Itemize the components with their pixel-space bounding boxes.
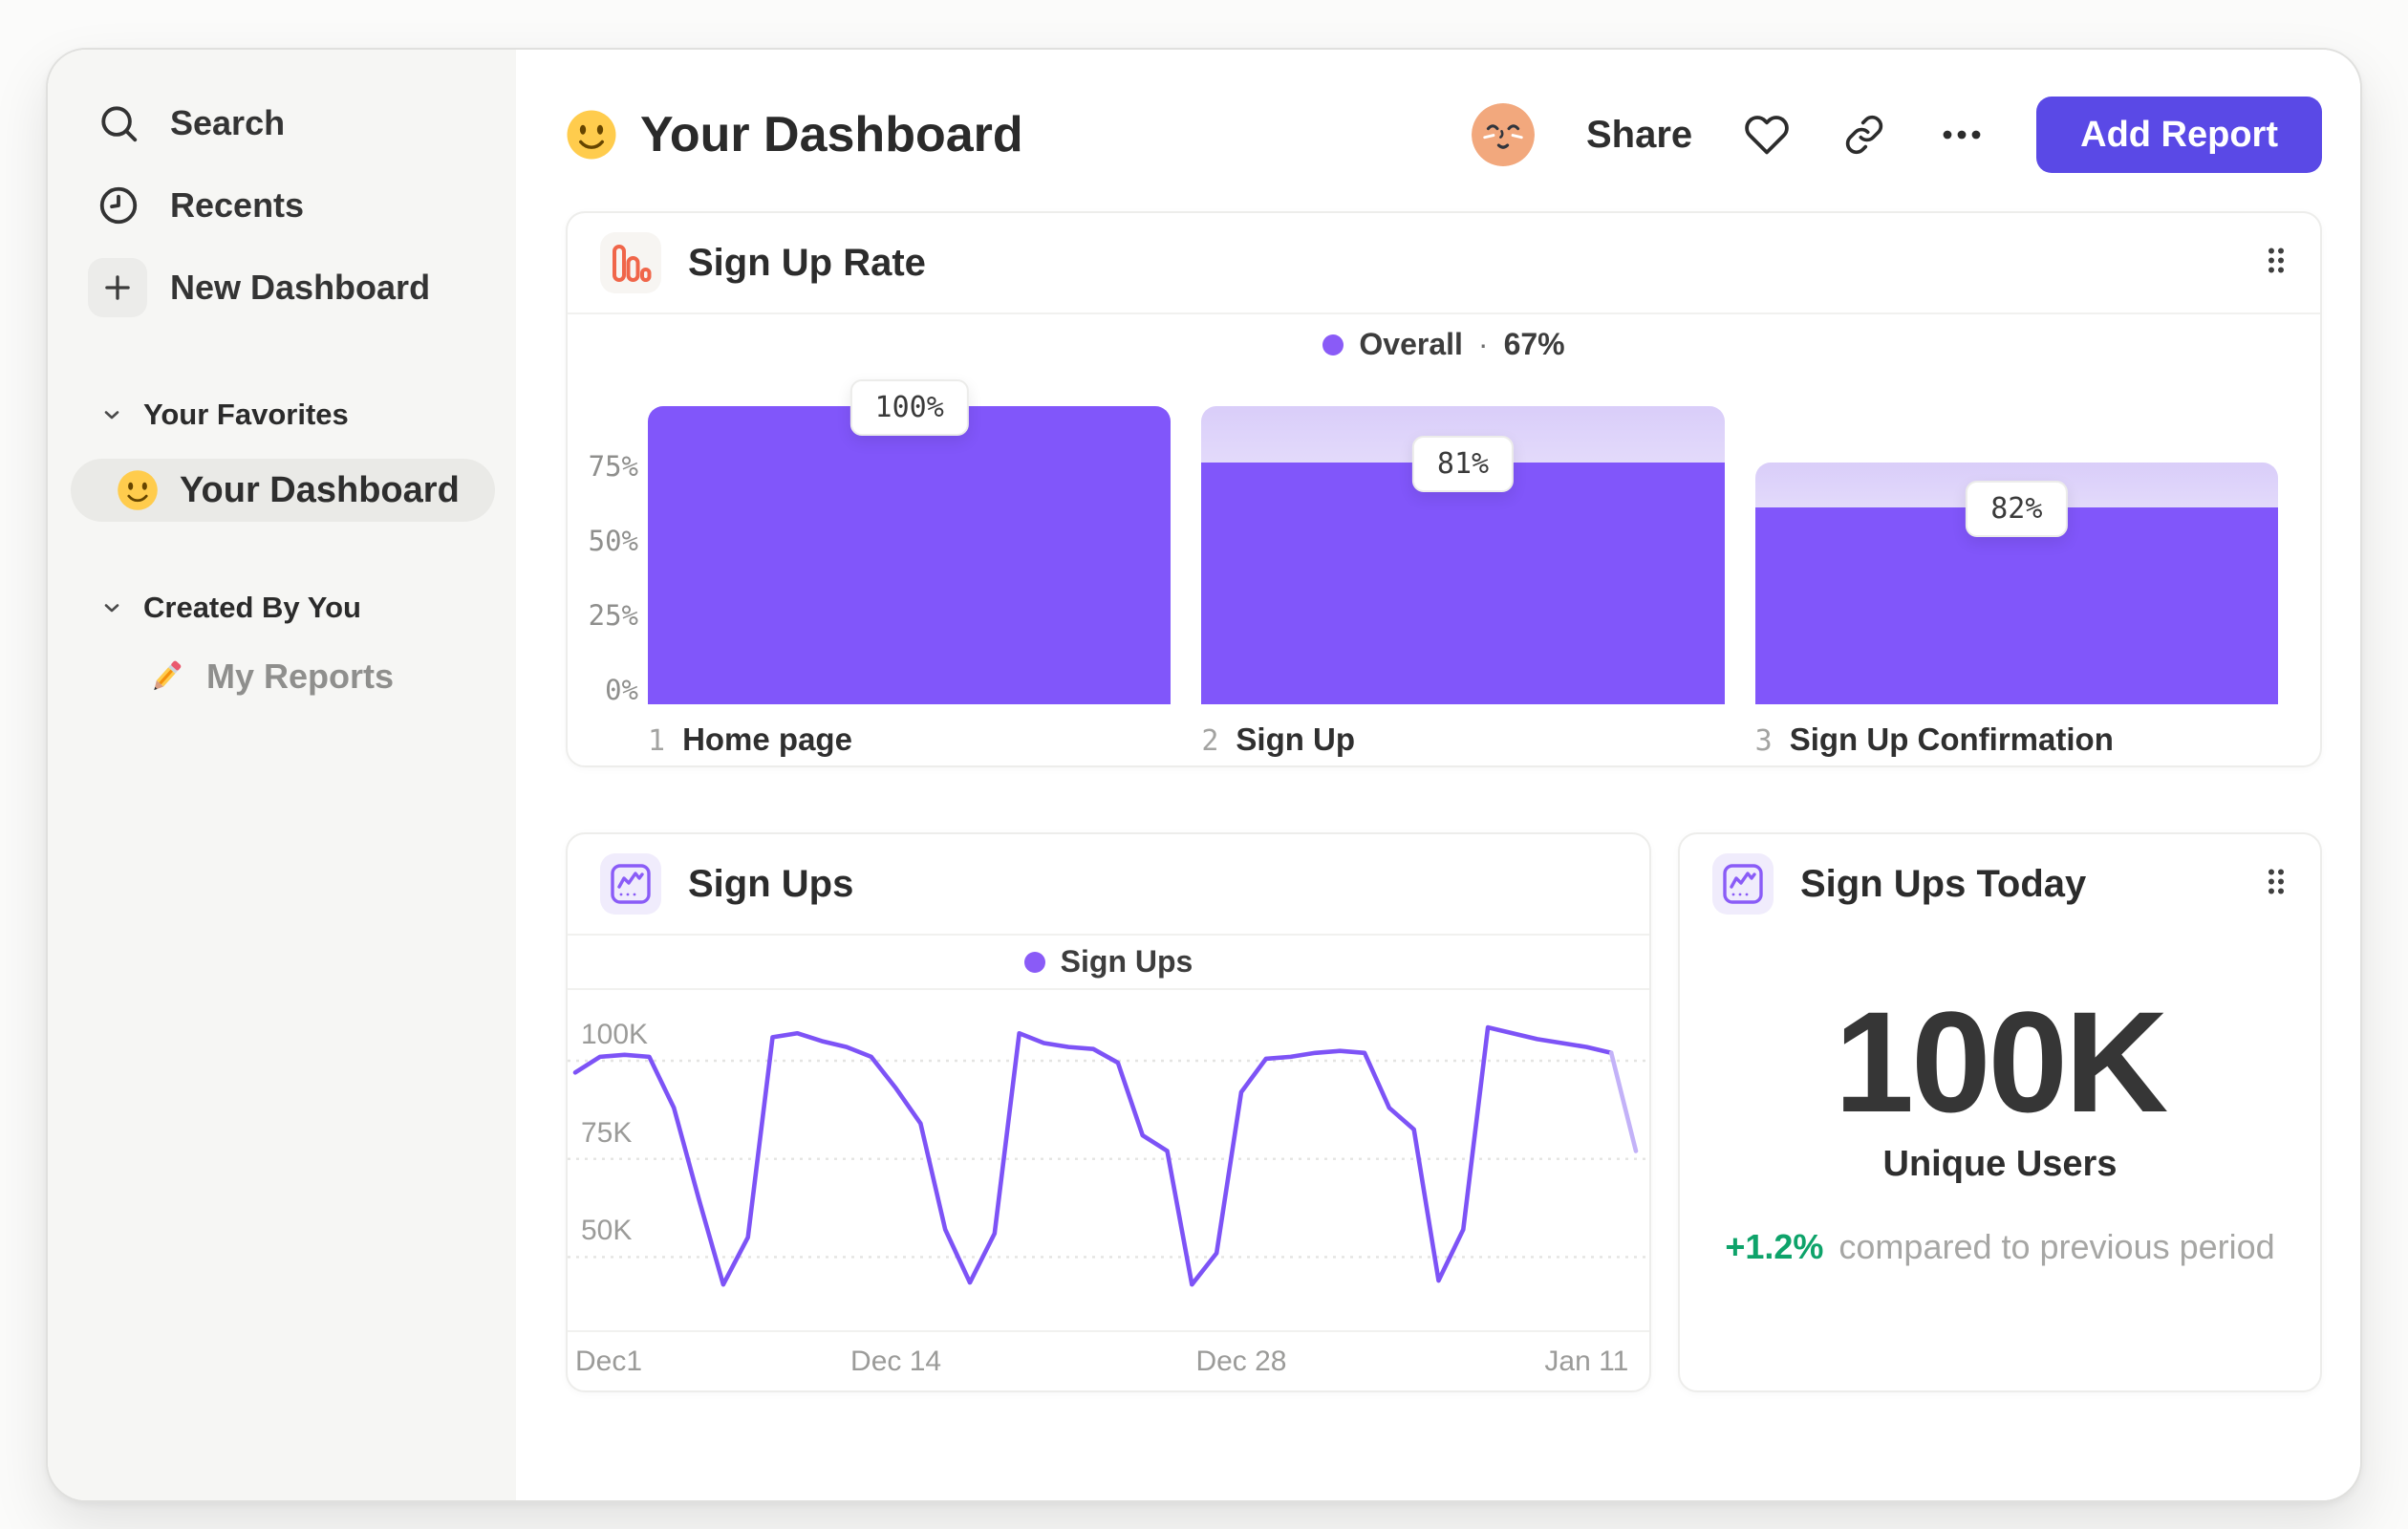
drag-handle-icon[interactable] [2265, 246, 2288, 281]
step-label: 2 Sign Up [1201, 721, 1724, 758]
y-tick-label: 50K [581, 1215, 633, 1247]
y-tick-label: 0% [605, 674, 638, 706]
sidebar-item-recents[interactable]: Recents [71, 174, 495, 237]
delta-note: compared to previous period [1838, 1226, 2275, 1266]
sign-ups-card: Sign Ups Sign Ups 100K 75K 50K Dec1 Dec 14 D… [566, 832, 1651, 1392]
section-label: Created By You [143, 591, 361, 624]
legend-label[interactable]: Overall [1359, 327, 1463, 362]
metric-label: Unique Users [1882, 1143, 2118, 1184]
x-tick-label: Dec 14 [850, 1346, 942, 1377]
line-chart-icon [600, 853, 661, 915]
y-tick-label: 100K [581, 1019, 649, 1050]
copy-link-icon[interactable] [1841, 112, 1887, 158]
conversion-badge: 81% [1411, 436, 1515, 493]
search-icon [96, 100, 141, 146]
sign-up-rate-card: Sign Up Rate Overall · 67% 0% 25% 50% 75% 1… [566, 211, 2322, 767]
add-report-button[interactable]: Add Report [2036, 97, 2322, 173]
card-title: Sign Up Rate [688, 241, 926, 284]
funnel-plot: 100% 81% 82% [648, 375, 2278, 704]
share-button[interactable]: Share [1586, 114, 1692, 157]
step-name: Sign Up Confirmation [1789, 721, 2114, 757]
conversion-badge: 82% [1966, 481, 2068, 538]
avatar[interactable] [1471, 103, 1535, 166]
step-index: 1 [648, 724, 666, 758]
line-chart-x-axis: Dec1 Dec 14 Dec 28 Jan 11 [568, 1332, 1649, 1393]
legend-dot[interactable] [1322, 334, 1344, 355]
delta-percentage: +1.2% [1725, 1226, 1824, 1266]
line-chart-plot: 100K 75K 50K [568, 990, 1649, 1332]
sidebar-item-label: Your Dashboard [180, 469, 460, 510]
card-title: Sign Ups [688, 862, 854, 905]
funnel-legend: Overall · 67% [568, 314, 2320, 375]
funnel-chart: 0% 25% 50% 75% 100% 81% 82% [589, 375, 2278, 706]
y-tick-label: 75K [581, 1116, 633, 1149]
metric-value: 100K [1834, 981, 2169, 1142]
step-name: Home page [682, 721, 852, 757]
app-window: Search Recents New Dashboard Your Favori… [46, 48, 2362, 1502]
sidebar-item-your-dashboard[interactable]: Your Dashboard [71, 459, 495, 522]
sidebar-item-label: Recents [170, 185, 305, 225]
legend-label[interactable]: Sign Ups [1061, 944, 1193, 980]
sidebar-section-created-by-you[interactable]: Created By You [71, 587, 495, 629]
sidebar-item-label: New Dashboard [170, 268, 431, 307]
funnel-bar-sign-up[interactable]: 81% [1201, 375, 1725, 704]
funnel-solid-bar [648, 406, 1172, 704]
step-index: 2 [1201, 724, 1219, 758]
smiley-emoji [566, 109, 617, 161]
clock-icon [96, 183, 141, 228]
header-controls: Share Add Report [1471, 97, 2322, 173]
chevron-down-icon [99, 402, 124, 427]
main-content: Your Dashboard Share Add Report Sign Up … [516, 50, 2360, 1500]
funnel-bar-home-page[interactable]: 100% [648, 375, 1172, 704]
x-tick-label: Dec1 [575, 1346, 643, 1377]
plus-icon [88, 258, 147, 317]
line-chart-icon [1712, 853, 1774, 915]
smiley-emoji [117, 469, 159, 511]
y-tick-label: 50% [588, 525, 638, 557]
sidebar-item-search[interactable]: Search [71, 92, 495, 155]
funnel-bar-sign-up-confirmation[interactable]: 82% [1754, 375, 2278, 704]
step-label: 1 Home page [648, 721, 1171, 758]
y-tick-label: 75% [588, 450, 638, 483]
sidebar-item-label: My Reports [206, 657, 395, 696]
card-header: Sign Up Rate [568, 213, 2320, 314]
section-label: Your Favorites [143, 398, 349, 431]
card-header: Sign Ups [568, 834, 1649, 936]
page-title: Your Dashboard [566, 106, 1023, 163]
sidebar: Search Recents New Dashboard Your Favori… [48, 50, 516, 1500]
sidebar-item-my-reports[interactable]: My Reports [71, 652, 495, 701]
legend-separator: · [1477, 327, 1489, 361]
sidebar-section-your-favorites[interactable]: Your Favorites [71, 394, 495, 436]
drag-handle-icon[interactable] [2265, 867, 2288, 902]
chevron-down-icon [99, 595, 124, 620]
legend-dot[interactable] [1023, 951, 1045, 973]
legend-value: 67% [1503, 327, 1565, 361]
favorite-heart-icon[interactable] [1744, 112, 1790, 158]
more-options-icon[interactable] [1939, 112, 1985, 158]
sign-ups-today-card: Sign Ups Today 100K Unique Users +1.2% co… [1678, 832, 2322, 1392]
sidebar-item-new-dashboard[interactable]: New Dashboard [71, 256, 495, 319]
funnel-solid-bar [1201, 463, 1725, 704]
funnel-step-labels: 1 Home page 2 Sign Up 3 Sign Up Confirma… [610, 721, 2278, 758]
dashboard-header: Your Dashboard Share Add Report [566, 94, 2322, 176]
page-title-text: Your Dashboard [640, 107, 1023, 162]
metric-delta: +1.2% compared to previous period [1680, 1227, 2320, 1267]
y-tick-label: 25% [588, 599, 638, 632]
card-title: Sign Ups Today [1800, 862, 2087, 905]
conversion-badge: 100% [849, 379, 969, 436]
step-index: 3 [1754, 724, 1773, 758]
sidebar-item-label: Search [170, 103, 286, 142]
bottom-cards-row: Sign Ups Sign Ups 100K 75K 50K Dec1 Dec 14 D… [566, 832, 2322, 1392]
x-tick-label: Jan 11 [1544, 1346, 1629, 1377]
line-legend: Sign Ups [568, 936, 1649, 990]
step-name: Sign Up [1236, 721, 1356, 757]
card-header: Sign Ups Today [1680, 834, 2320, 934]
x-tick-label: Dec 28 [1195, 1346, 1287, 1377]
pencil-emoji [145, 656, 187, 698]
funnel-y-axis: 0% 25% 50% 75% [571, 375, 642, 706]
line-chart-svg [568, 1024, 1649, 1287]
step-label: 3 Sign Up Confirmation [1755, 721, 2278, 758]
bar-chart-icon [600, 232, 661, 293]
